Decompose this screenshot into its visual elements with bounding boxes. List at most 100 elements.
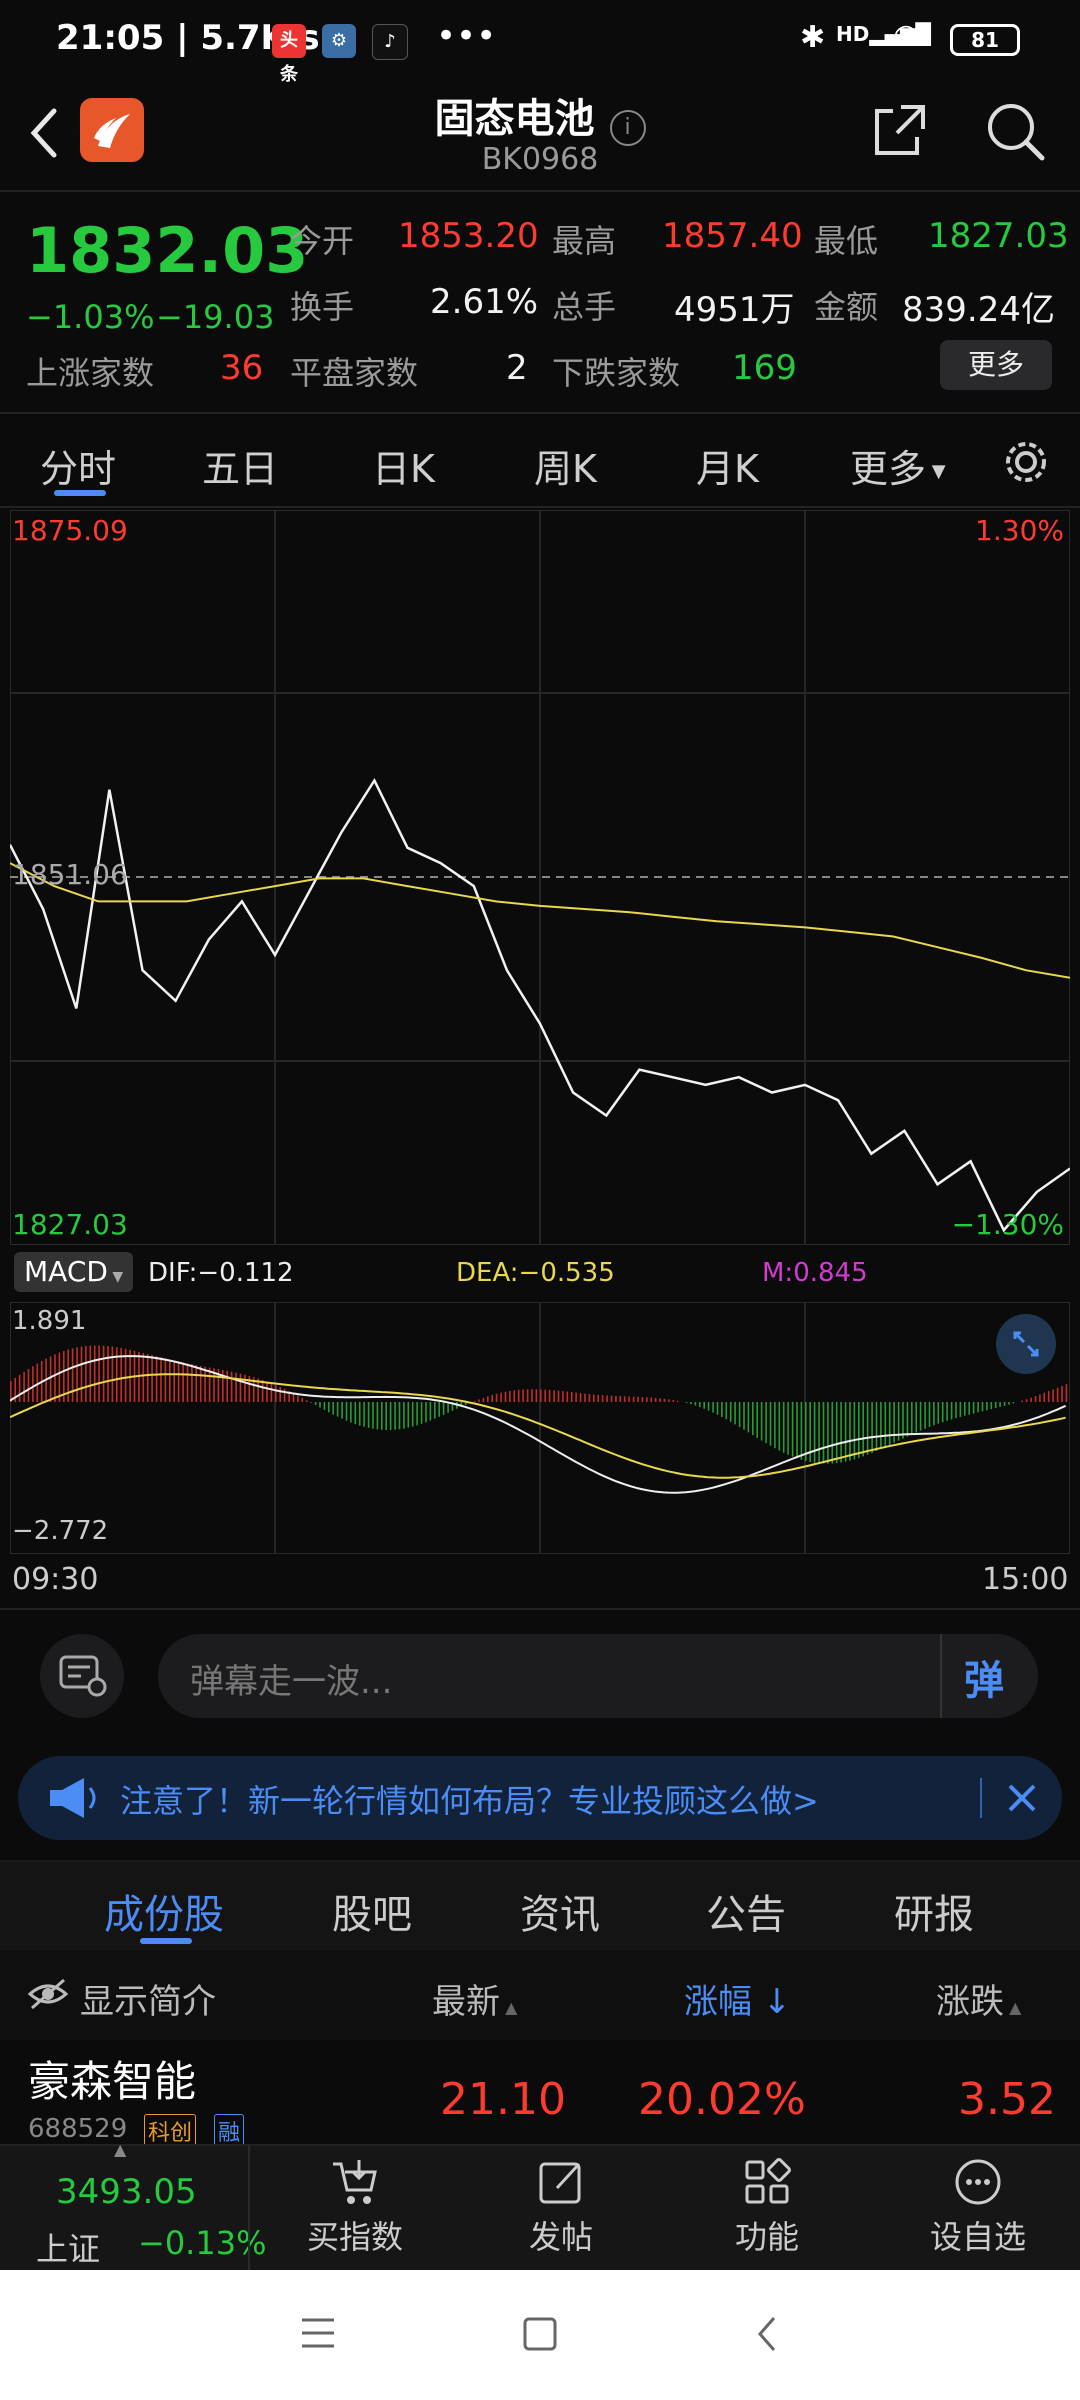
buy-index-button[interactable]: 买指数 xyxy=(290,2156,420,2266)
macd-bar xyxy=(478,1399,480,1402)
expand-icon[interactable] xyxy=(996,1314,1056,1374)
macd-bar xyxy=(407,1402,410,1428)
macd-bar xyxy=(584,1393,586,1402)
macd-bar xyxy=(169,1359,171,1402)
macd-bar xyxy=(553,1390,555,1402)
macd-bar xyxy=(235,1372,237,1402)
tab-research[interactable]: 研报 xyxy=(894,1882,974,1940)
macd-bar xyxy=(540,1389,542,1402)
eye-off-icon[interactable] xyxy=(26,1976,70,2016)
macd-bar xyxy=(606,1395,608,1402)
current-price: 1832.03 xyxy=(26,214,309,287)
macd-bar xyxy=(805,1402,807,1461)
macd-bar xyxy=(292,1393,295,1402)
danmaku-toggle-button[interactable]: 弹 xyxy=(964,1648,1004,1706)
macd-bar xyxy=(884,1402,887,1447)
macd-bar xyxy=(632,1396,635,1402)
intraday-chart[interactable]: 1875.09 1.30% 1851.06 1827.03 −1.30% xyxy=(10,510,1070,1245)
functions-label: 功能 xyxy=(734,2218,799,2256)
macd-bar xyxy=(835,1402,838,1464)
macd-chart[interactable]: 1.891 −2.772 xyxy=(10,1302,1070,1554)
tab-constituents[interactable]: 成份股 xyxy=(104,1882,224,1940)
search-icon[interactable] xyxy=(982,98,1048,164)
macd-bar xyxy=(840,1402,842,1463)
table-row[interactable]: 豪森智能 688529 科创 融 21.10 20.02% 3.52 xyxy=(0,2040,1080,2148)
tab-more[interactable]: 更多 ▼ xyxy=(850,438,946,493)
macd-bar xyxy=(760,1402,763,1441)
tab-five-day[interactable]: 五日 xyxy=(202,438,278,493)
home-icon[interactable] xyxy=(522,2316,558,2356)
macd-bar xyxy=(98,1345,100,1402)
macd-m: M:0.845 xyxy=(762,1258,868,1288)
show-intro-toggle[interactable]: 显示简介 xyxy=(80,1974,216,2023)
macd-bar xyxy=(915,1402,917,1433)
volume-value: 4951万 xyxy=(674,290,795,330)
info-icon[interactable]: i xyxy=(609,109,646,146)
share-icon[interactable] xyxy=(868,98,932,162)
macd-bar xyxy=(893,1402,895,1443)
close-icon[interactable] xyxy=(994,1770,1050,1826)
menu-icon[interactable] xyxy=(300,2316,336,2354)
danmaku-list-icon[interactable] xyxy=(40,1634,124,1718)
macd-dea: DEA:−0.535 xyxy=(456,1258,615,1288)
macd-bar xyxy=(314,1402,317,1406)
macd-bar xyxy=(844,1402,847,1462)
macd-bar xyxy=(906,1402,909,1437)
time-end: 15:00 xyxy=(982,1562,1069,1597)
macd-bar xyxy=(588,1394,591,1402)
gear-icon[interactable] xyxy=(998,434,1054,490)
time-start: 09:30 xyxy=(12,1562,99,1597)
tiktok-icon: ♪ xyxy=(372,24,408,60)
macd-bar xyxy=(743,1402,745,1430)
macd-bar xyxy=(425,1402,427,1423)
macd-bar xyxy=(442,1402,445,1415)
tab-forum[interactable]: 股吧 xyxy=(332,1882,412,1940)
add-watchlist-button[interactable]: 设自选 xyxy=(908,2156,1048,2266)
index-ticker[interactable]: ▲ 3493.05 上证 −0.13% xyxy=(0,2140,266,2272)
system-nav-bar xyxy=(0,2270,1080,2400)
more-dots-icon: ••• xyxy=(436,16,497,56)
more-quote-button[interactable]: 更多 xyxy=(940,340,1052,390)
macd-bar xyxy=(297,1395,299,1402)
down-count-label: 下跌家数 xyxy=(552,354,681,392)
macd-bar xyxy=(36,1363,39,1402)
macd-bar xyxy=(597,1394,599,1402)
macd-bar xyxy=(102,1345,105,1402)
macd-bar xyxy=(438,1402,440,1417)
stock-name: 豪森智能 xyxy=(28,2057,197,2106)
danmaku-bar: 弹幕走一波... 弹 xyxy=(0,1612,1080,1740)
macd-bar xyxy=(332,1402,334,1415)
tab-announcements[interactable]: 公告 xyxy=(706,1882,786,1940)
notice-banner[interactable]: 注意了！新一轮行情如何布局？专业投顾这么做> xyxy=(18,1756,1062,1840)
macd-bar xyxy=(107,1346,109,1402)
post-button[interactable]: 发帖 xyxy=(496,2156,626,2266)
macd-bar xyxy=(822,1402,825,1464)
quote-panel: 1832.03 −1.03% −19.03 今开 1853.20 最高 1857… xyxy=(0,192,1080,412)
chart-bottom-price: 1827.03 xyxy=(12,1208,128,1241)
tab-daily-k[interactable]: 日K xyxy=(372,438,435,493)
back-nav-icon[interactable] xyxy=(752,2314,782,2358)
danmaku-input[interactable]: 弹幕走一波... 弹 xyxy=(158,1634,1038,1718)
macd-selector[interactable]: MACD ▼ xyxy=(14,1252,134,1292)
tab-intraday[interactable]: 分时 xyxy=(40,438,116,493)
tab-active-indicator xyxy=(54,490,106,496)
macd-bar xyxy=(994,1402,997,1409)
column-change[interactable]: 涨跌 ▲ xyxy=(936,1974,1021,2023)
chevron-up-icon: ▲ xyxy=(114,2140,127,2159)
tab-news[interactable]: 资讯 xyxy=(520,1882,600,1940)
column-change-percent[interactable]: 涨幅 ↓ xyxy=(684,1974,791,2023)
tab-monthly-k[interactable]: 月K xyxy=(696,438,759,493)
chart-top-percent: 1.30% xyxy=(975,514,1064,547)
megaphone-icon xyxy=(44,1774,100,1826)
tab-weekly-k[interactable]: 周K xyxy=(534,438,597,493)
macd-bar xyxy=(1034,1396,1037,1402)
macd-bar xyxy=(160,1357,162,1402)
column-latest[interactable]: 最新 ▲ xyxy=(432,1974,517,2023)
news-app-icon: 头条 xyxy=(272,24,306,85)
macd-bar xyxy=(972,1402,975,1414)
macd-bar xyxy=(964,1402,966,1416)
functions-button[interactable]: 功能 xyxy=(702,2156,832,2266)
macd-bar xyxy=(182,1362,184,1402)
macd-bar xyxy=(721,1402,723,1417)
macd-bar xyxy=(279,1387,281,1402)
